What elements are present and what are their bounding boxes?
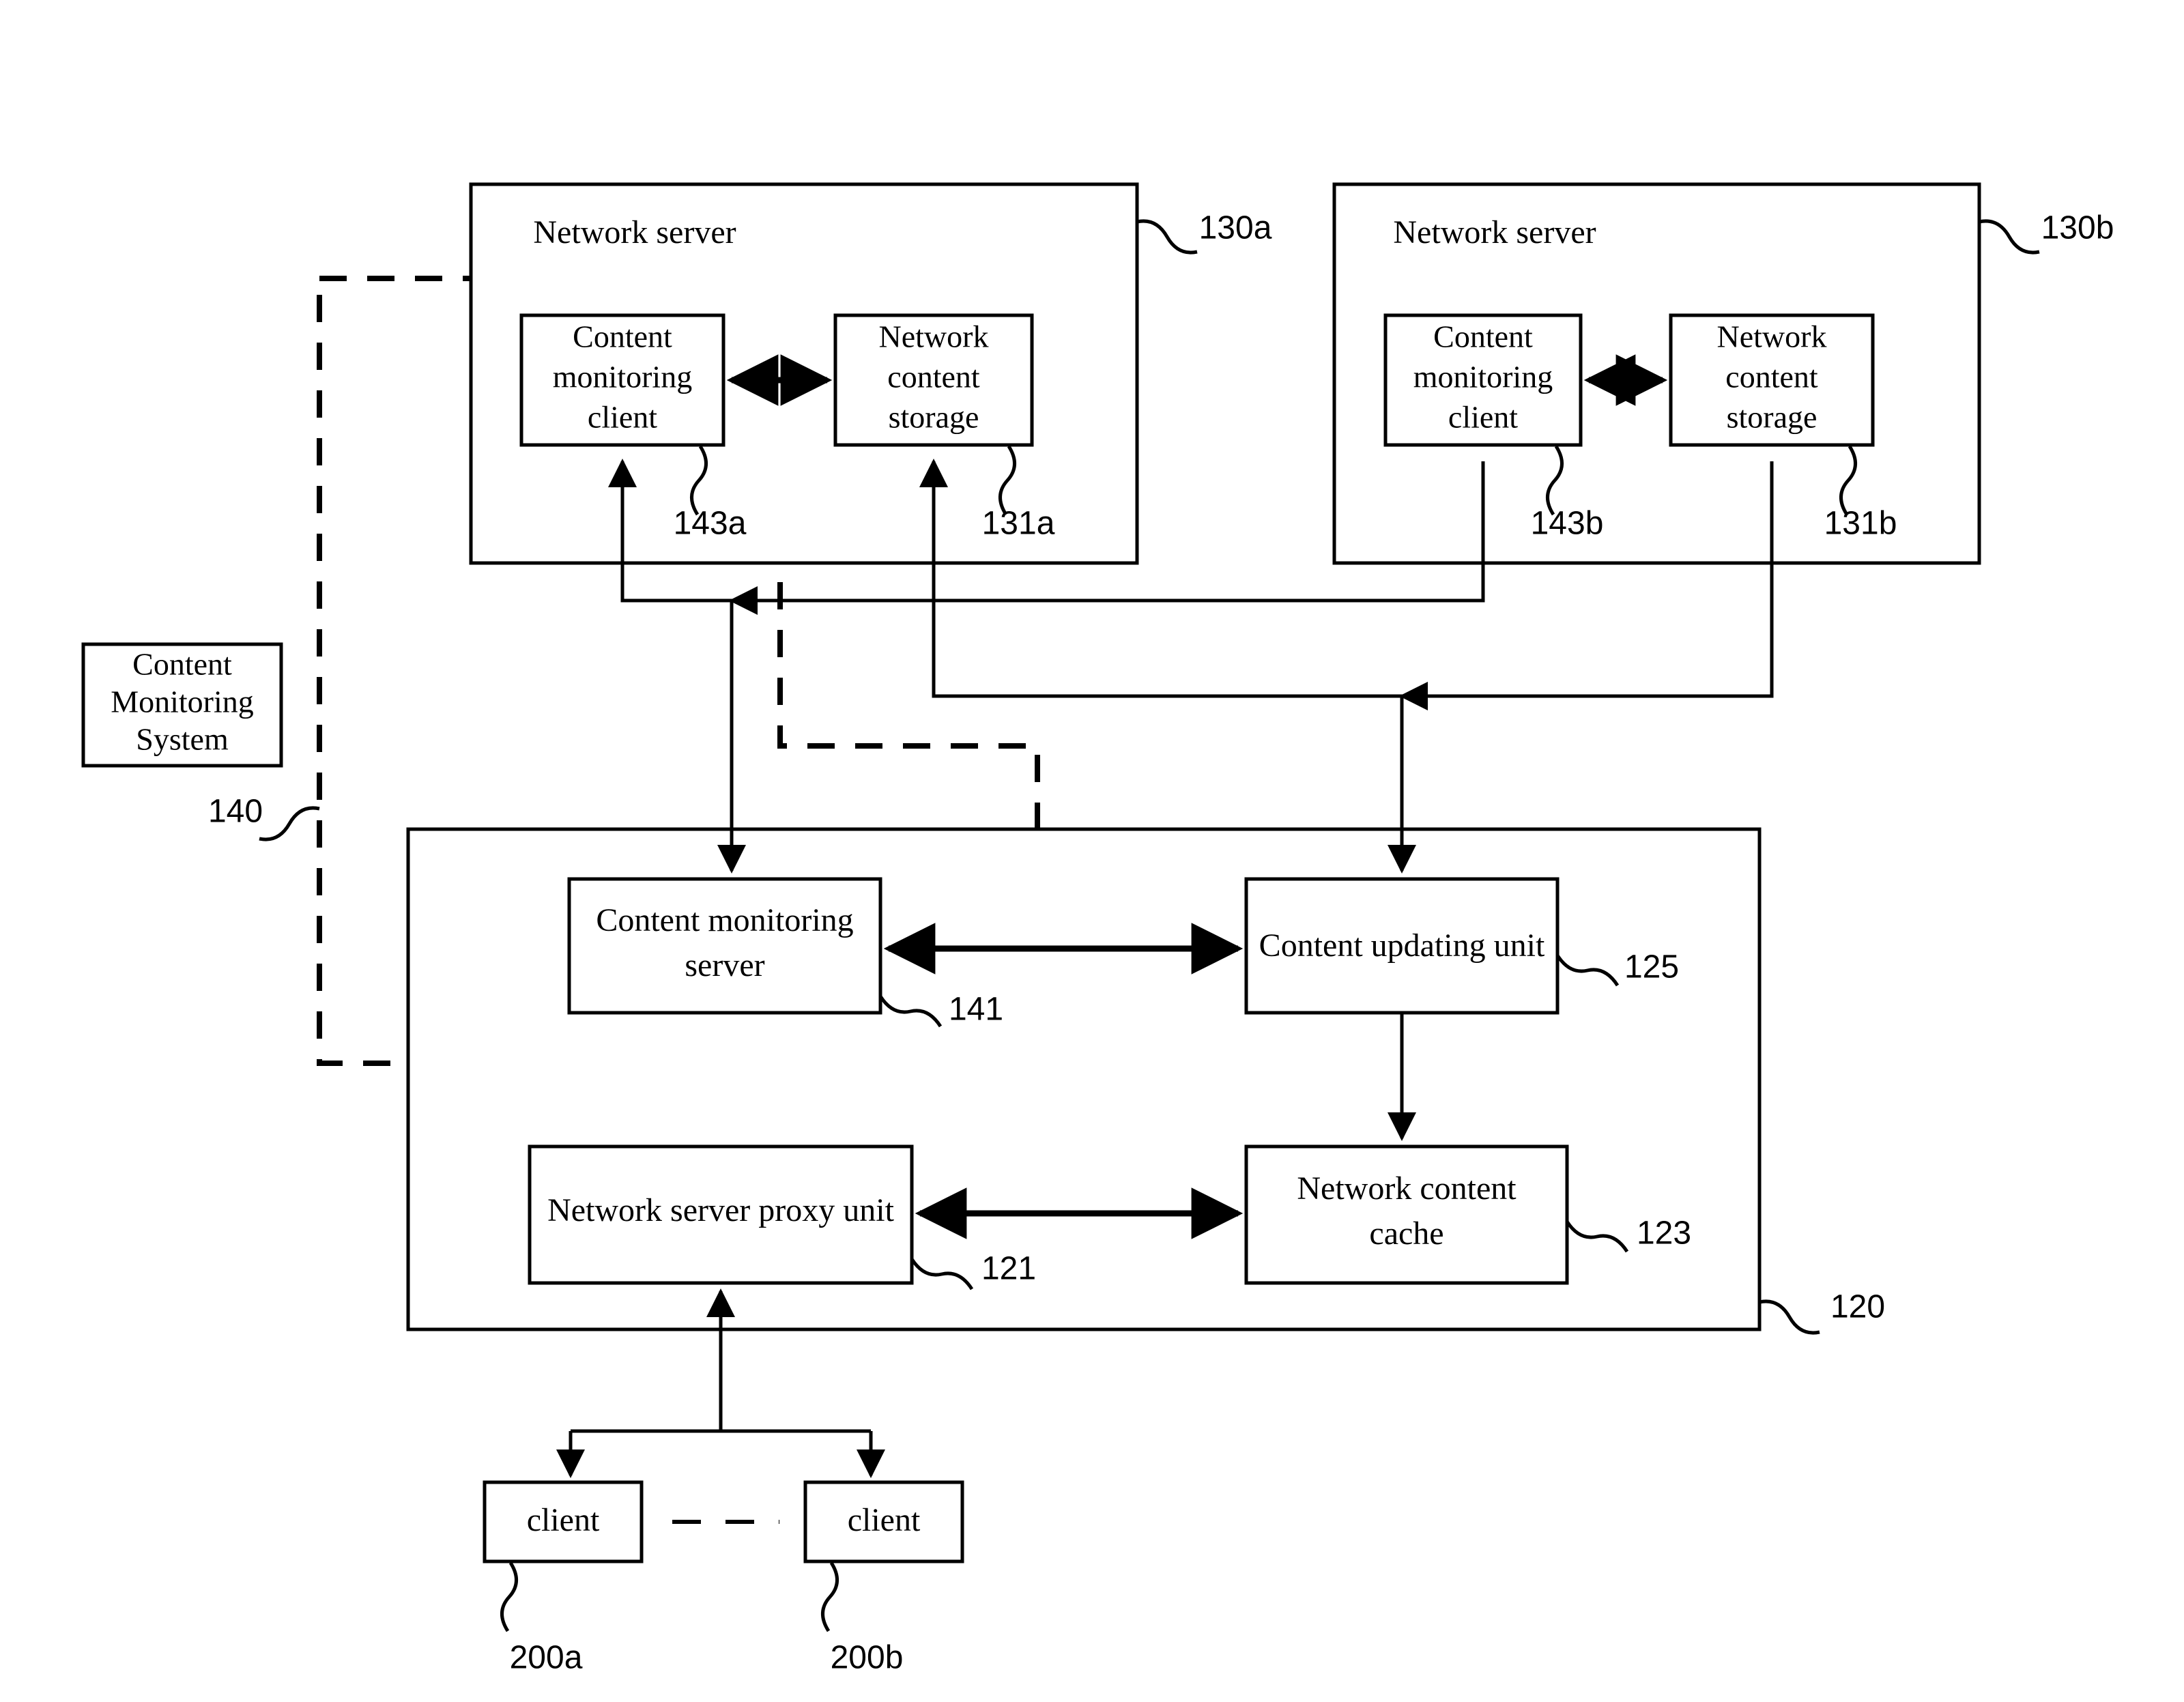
ref-130b: 130b [2041, 210, 2114, 246]
cmc-b-line1: Content [1433, 319, 1533, 354]
cmc-b-line2: monitoring [1413, 360, 1553, 394]
client-b-label: client [848, 1502, 921, 1538]
ref-121: 121 [981, 1251, 1036, 1287]
cms-line3: System [136, 722, 229, 757]
ncs-a-line1: Network [879, 319, 989, 354]
network-server-a-label: Network server [533, 214, 736, 250]
lead-curve-200a [500, 1561, 518, 1632]
client-bus [569, 1365, 873, 1473]
lead-curve-200b [821, 1561, 839, 1632]
ref-131a: 131a [982, 506, 1055, 542]
ref-200b: 200b [831, 1640, 904, 1676]
content-updating-unit-label: Content updating unit [1259, 927, 1545, 964]
cmc-a-line2: monitoring [553, 360, 692, 394]
cmc-a-line1: Content [573, 319, 672, 354]
cms-server-line1: Content monitoring [596, 902, 853, 938]
content-monitoring-server-box [567, 877, 882, 1015]
ref-125: 125 [1624, 949, 1679, 985]
ref-143b: 143b [1531, 506, 1604, 542]
cms-server-line2: server [685, 947, 764, 983]
ref-123: 123 [1637, 1215, 1691, 1252]
proxy-unit-label: Network server proxy unit [547, 1192, 895, 1228]
ref-200a: 200a [510, 1640, 583, 1676]
ref-143a: 143a [674, 506, 747, 542]
network-content-cache-box [1244, 1144, 1569, 1285]
cache-line1: Network content [1297, 1170, 1517, 1207]
cmc-b-line3: client [1448, 400, 1518, 435]
ncs-a-line3: storage [889, 400, 979, 435]
ref-120: 120 [1830, 1289, 1885, 1325]
network-server-b-label: Network server [1393, 214, 1596, 250]
patent-figure: Network server 130a Content monitoring c… [0, 0, 2184, 1702]
ref-140: 140 [208, 794, 263, 830]
cms-line1: Content [132, 647, 232, 682]
lead-curve-120 [1759, 1299, 1820, 1335]
client-a-label: client [527, 1502, 600, 1538]
ncs-b-line3: storage [1727, 400, 1817, 435]
diagram-canvas: Network server 130a Content monitoring c… [81, 182, 2114, 1676]
ref-131b: 131b [1824, 506, 1897, 542]
ncs-b-line1: Network [1717, 319, 1827, 354]
cms-line2: Monitoring [111, 684, 254, 719]
lead-curve-130b [1979, 219, 2040, 255]
cache-line2: cache [1369, 1215, 1443, 1252]
ncs-a-line2: content [887, 360, 980, 394]
lead-curve-140 [259, 806, 320, 841]
ncs-b-line2: content [1725, 360, 1818, 394]
ref-130a: 130a [1199, 210, 1272, 246]
ref-141: 141 [949, 992, 1003, 1028]
lead-curve-130a [1136, 219, 1198, 255]
cmc-a-line3: client [588, 400, 657, 435]
